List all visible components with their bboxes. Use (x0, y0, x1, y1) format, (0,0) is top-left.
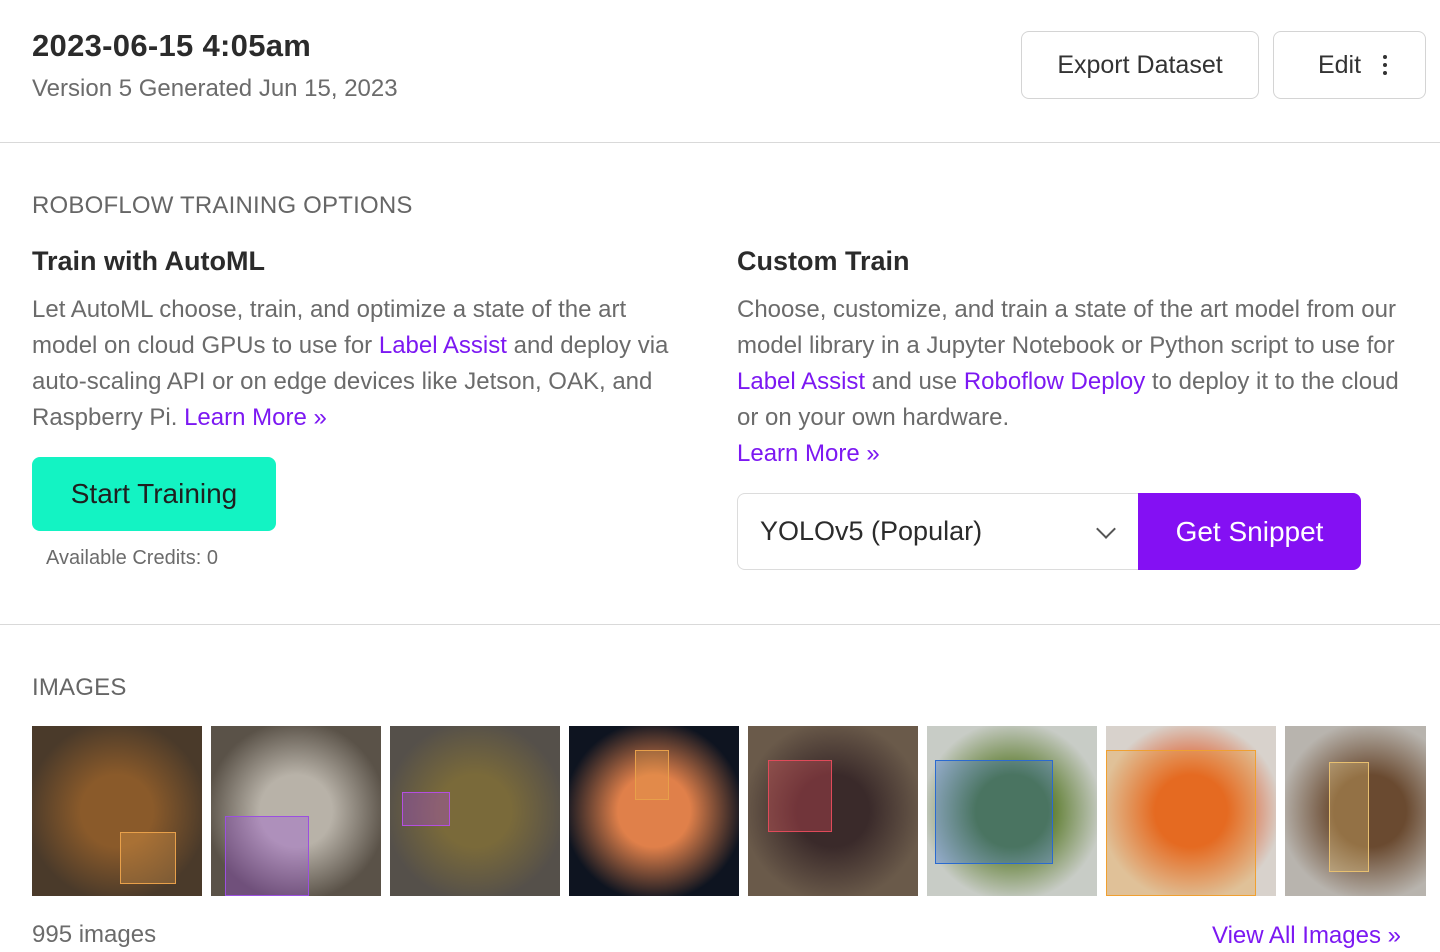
version-subtitle: Version 5 Generated Jun 15, 2023 (32, 75, 398, 102)
view-all-images-link[interactable]: View All Images » (1212, 922, 1401, 950)
thumb-tteokbokki[interactable] (1106, 726, 1276, 896)
custom-label-assist-link[interactable]: Label Assist (737, 368, 865, 395)
thumb-tray-meal[interactable] (390, 726, 560, 896)
version-title: 2023-06-15 4:05am (32, 28, 312, 63)
thumb-pizza[interactable] (569, 726, 739, 896)
custom-learn-more-link[interactable]: Learn More » (737, 440, 880, 467)
version-header: 2023-06-15 4:05am Version 5 Generated Ju… (0, 0, 1440, 143)
annotation-box (1106, 750, 1256, 896)
annotation-box (1329, 762, 1369, 872)
annotation-box (120, 832, 176, 884)
kebab-icon (1383, 55, 1388, 75)
custom-train-description: Choose, customize, and train a state of … (737, 292, 1402, 472)
custom-train-title: Custom Train (737, 246, 910, 276)
thumb-beef-stirfry[interactable] (1285, 726, 1426, 896)
annotation-box (635, 750, 669, 800)
annotation-box (402, 792, 450, 826)
start-training-button[interactable]: Start Training (32, 457, 276, 531)
thumb-sausage-board[interactable] (748, 726, 918, 896)
images-section-label: IMAGES (32, 674, 127, 701)
label-assist-link[interactable]: Label Assist (379, 332, 507, 359)
image-count: 995 images (32, 921, 157, 948)
get-snippet-button[interactable]: Get Snippet (1138, 493, 1361, 570)
custom-text-1: Choose, customize, and train a state of … (737, 296, 1396, 359)
edit-label: Edit (1317, 50, 1362, 79)
automl-title: Train with AutoML (32, 246, 265, 276)
automl-learn-more-link[interactable]: Learn More » (184, 404, 327, 431)
chevron-down-icon (1096, 519, 1116, 539)
roboflow-deploy-link[interactable]: Roboflow Deploy (964, 368, 1145, 395)
automl-description: Let AutoML choose, train, and optimize a… (32, 292, 672, 436)
thumb-rice-dishes[interactable] (211, 726, 381, 896)
annotation-box (935, 760, 1053, 864)
available-credits: Available Credits: 0 (46, 547, 218, 569)
annotation-box (768, 760, 832, 832)
training-section-label: ROBOFLOW TRAINING OPTIONS (32, 192, 413, 219)
thumb-green-beans[interactable] (927, 726, 1097, 896)
export-dataset-button[interactable]: Export Dataset (1021, 31, 1259, 99)
annotation-box (225, 816, 309, 896)
image-thumbnail-strip (32, 726, 1426, 896)
model-select[interactable]: YOLOv5 (Popular) (737, 493, 1139, 570)
thumb-croquettes[interactable] (32, 726, 202, 896)
section-divider (0, 624, 1440, 625)
edit-button[interactable]: Edit (1273, 31, 1426, 99)
model-select-value: YOLOv5 (Popular) (760, 516, 983, 546)
custom-text-2: and use (865, 368, 964, 395)
